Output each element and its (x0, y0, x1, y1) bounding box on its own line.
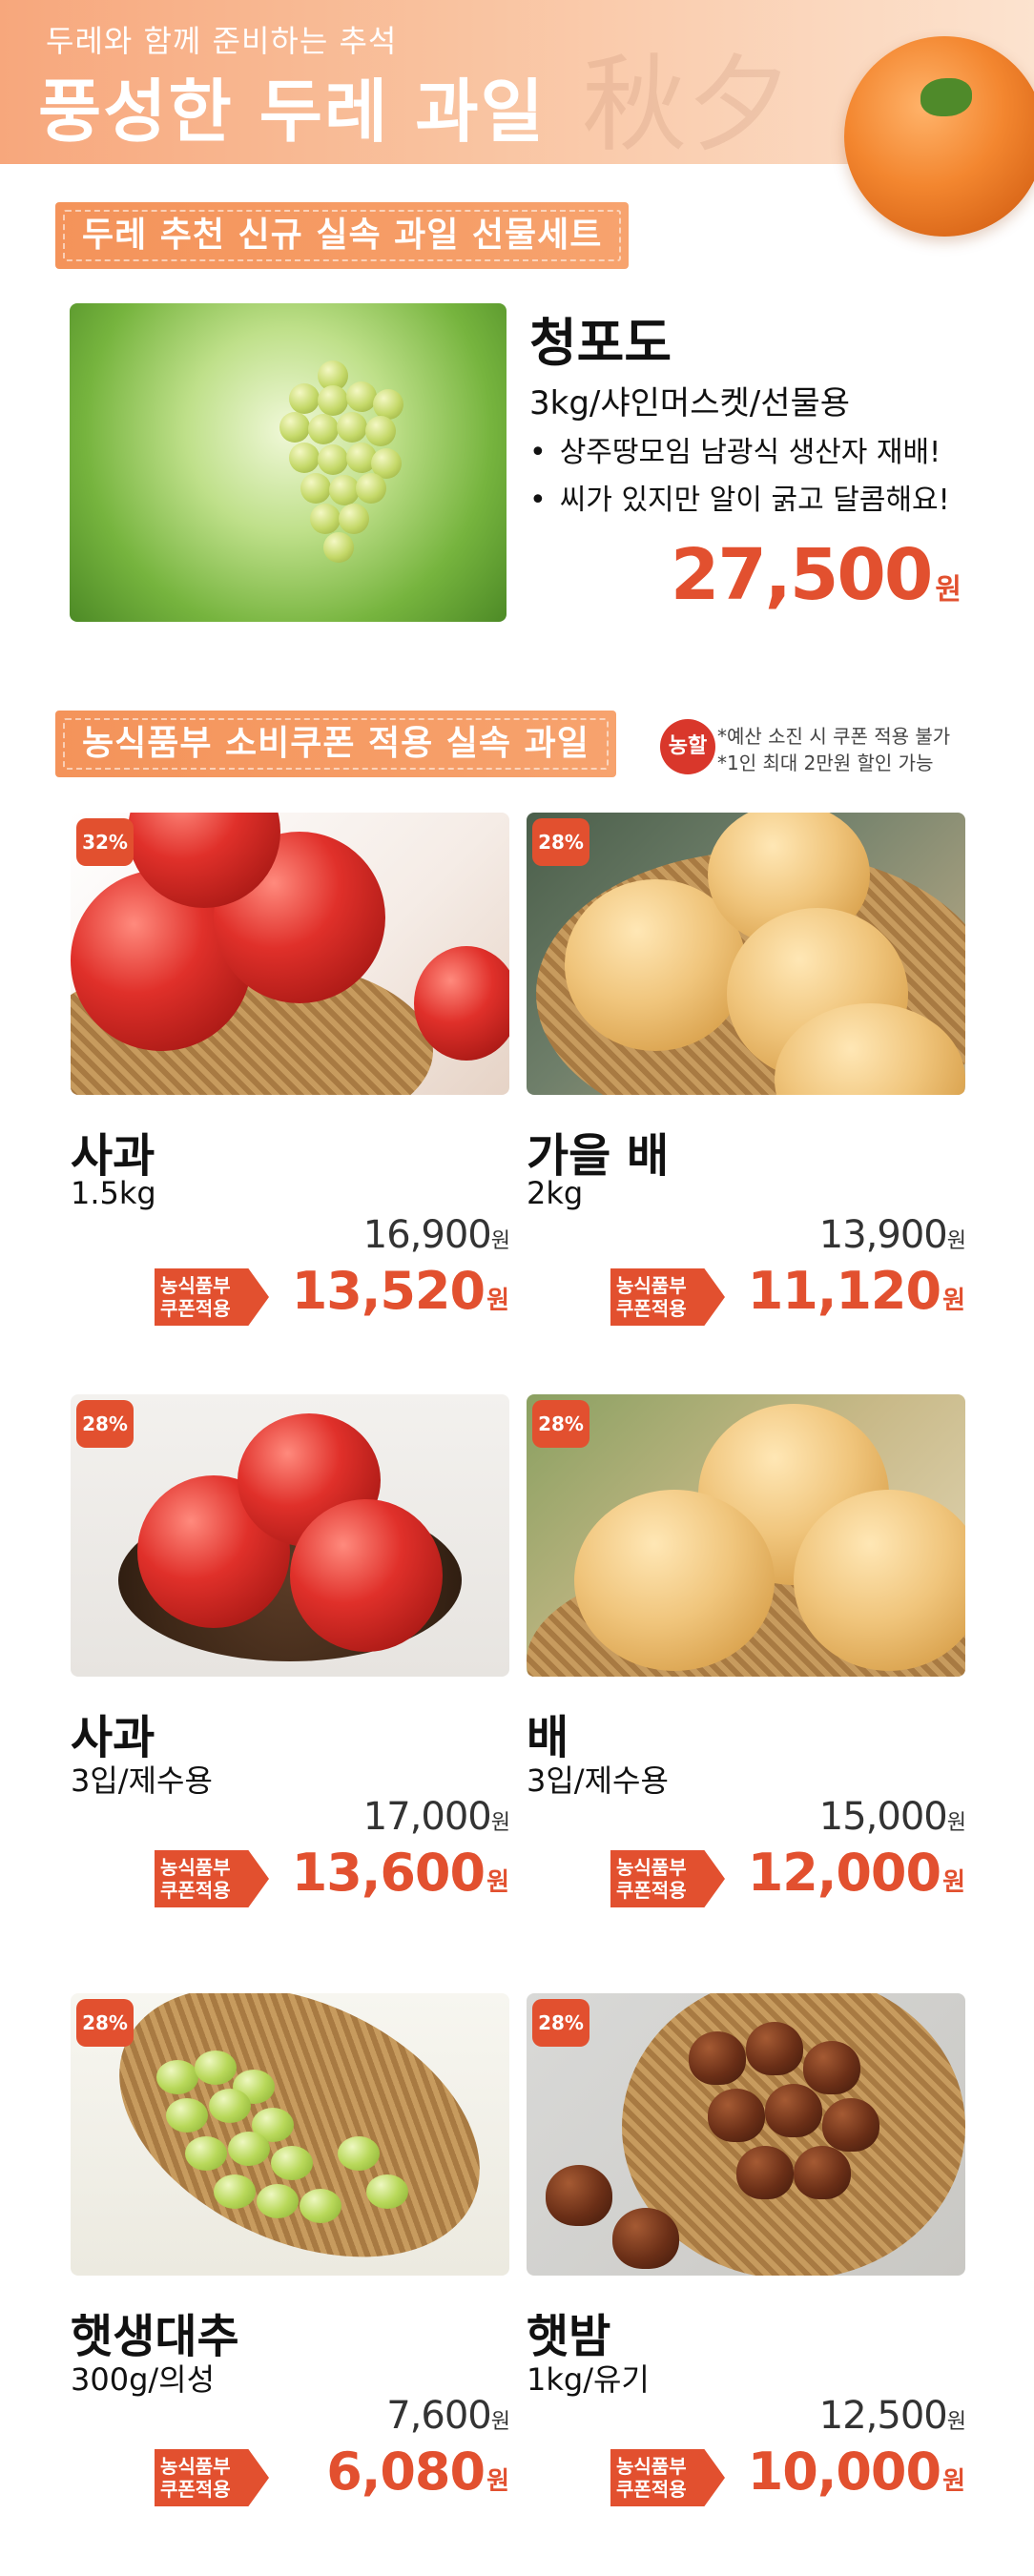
featured-product-spec: 3kg/샤인머스켓/선물용 (529, 384, 851, 422)
discount-badge: 28% (76, 1400, 134, 1448)
product-image[interactable]: 28% (527, 813, 965, 1095)
price-value: 27,500 (670, 534, 934, 616)
coupon-notes: *예산 소진 시 쿠폰 적용 불가 *1인 최대 2만원 할인 가능 (717, 723, 950, 776)
original-price: 12,500원 (818, 2394, 966, 2438)
product-spec: 1kg/유기 (527, 2361, 650, 2398)
sale-price: 12,000원 (747, 1843, 965, 1903)
product-image[interactable]: 28% (527, 1394, 965, 1677)
discount-badge: 28% (532, 1999, 589, 2047)
product-spec: 2kg (527, 1175, 584, 1211)
coupon-applied-tag: 농식품부 쿠폰적용 (610, 1850, 725, 1907)
sale-price: 13,520원 (291, 1261, 509, 1321)
original-price: 17,000원 (362, 1795, 510, 1839)
product-spec: 1.5kg (71, 1175, 156, 1211)
product-card[interactable]: 28% 가을 배 2kg 13,900원 농식품부 쿠폰적용 11,120원 (527, 813, 966, 1326)
currency-label: 원 (935, 573, 962, 607)
featured-product-price: 27,500 원 (671, 534, 962, 616)
discount-badge: 28% (532, 1400, 589, 1448)
discount-badge: 32% (76, 818, 134, 866)
coupon-applied-tag: 농식품부 쿠폰적용 (610, 1268, 725, 1326)
grape-bunch-icon (279, 361, 403, 580)
sale-price: 6,080원 (326, 2442, 509, 2502)
featured-product-bullets: 상주땅모임 남광식 생산자 재배! 씨가 있지만 알이 굵고 달콤해요! (529, 429, 950, 525)
product-image[interactable]: 32% (71, 813, 509, 1095)
persimmon-illustration (844, 36, 1034, 237)
product-card[interactable]: 28% 배 3입/제수용 15,000원 농식품부 쿠폰적용 12,000원 (527, 1394, 966, 1907)
coupon-applied-tag: 농식품부 쿠폰적용 (155, 1268, 269, 1326)
product-image[interactable]: 28% (71, 1394, 509, 1677)
product-card[interactable]: 28% 햇생대추 300g/의성 7,600원 농식품부 쿠폰적용 6,080원 (71, 1993, 510, 2506)
header-deco-text: 秋夕 (582, 44, 792, 164)
discount-badge: 28% (532, 818, 589, 866)
product-card[interactable]: 28% 사과 3입/제수용 17,000원 농식품부 쿠폰적용 13,600원 (71, 1394, 510, 1907)
coupon-section-banner: 농식품부 소비쿠폰 적용 실속 과일 (55, 711, 616, 777)
coupon-applied-tag: 농식품부 쿠폰적용 (610, 2449, 725, 2506)
coupon-applied-tag: 농식품부 쿠폰적용 (155, 1850, 269, 1907)
persimmon-leaf (920, 78, 972, 116)
coupon-note-line: *1인 최대 2만원 할인 가능 (717, 752, 934, 774)
sale-price: 10,000원 (747, 2442, 965, 2502)
discount-badge: 28% (76, 1999, 134, 2047)
coupon-note-line: *예산 소진 시 쿠폰 적용 불가 (717, 725, 951, 748)
product-spec: 300g/의성 (71, 2361, 216, 2398)
featured-section-banner: 두레 추천 신규 실속 과일 선물세트 (55, 202, 630, 269)
coupon-applied-tag: 농식품부 쿠폰적용 (155, 2449, 269, 2506)
product-spec: 3입/제수용 (71, 1762, 213, 1799)
product-card[interactable]: 32% 사과 1.5kg 16,900원 농식품부 쿠폰적용 13,520원 (71, 813, 510, 1326)
product-card[interactable]: 28% 햇밤 1kg/유기 12,500원 농식품부 쿠폰적용 10,000원 (527, 1993, 966, 2506)
nonghal-badge: 농할 (660, 719, 715, 774)
sale-price: 11,120원 (747, 1261, 965, 1321)
original-price: 15,000원 (818, 1795, 966, 1839)
featured-bullet: 씨가 있지만 알이 굵고 달콤해요! (529, 477, 950, 525)
original-price: 16,900원 (362, 1213, 510, 1257)
product-spec: 3입/제수용 (527, 1762, 669, 1799)
original-price: 13,900원 (818, 1213, 966, 1257)
featured-product-name[interactable]: 청포도 (529, 300, 672, 376)
featured-bullet: 상주땅모임 남광식 생산자 재배! (529, 429, 950, 477)
original-price: 7,600원 (386, 2394, 510, 2438)
product-image[interactable]: 28% (527, 1993, 965, 2276)
page-title: 풍성한 두레 과일 (38, 72, 546, 152)
featured-product-image[interactable] (70, 303, 507, 622)
sale-price: 13,600원 (291, 1843, 509, 1903)
product-image[interactable]: 28% (71, 1993, 509, 2276)
